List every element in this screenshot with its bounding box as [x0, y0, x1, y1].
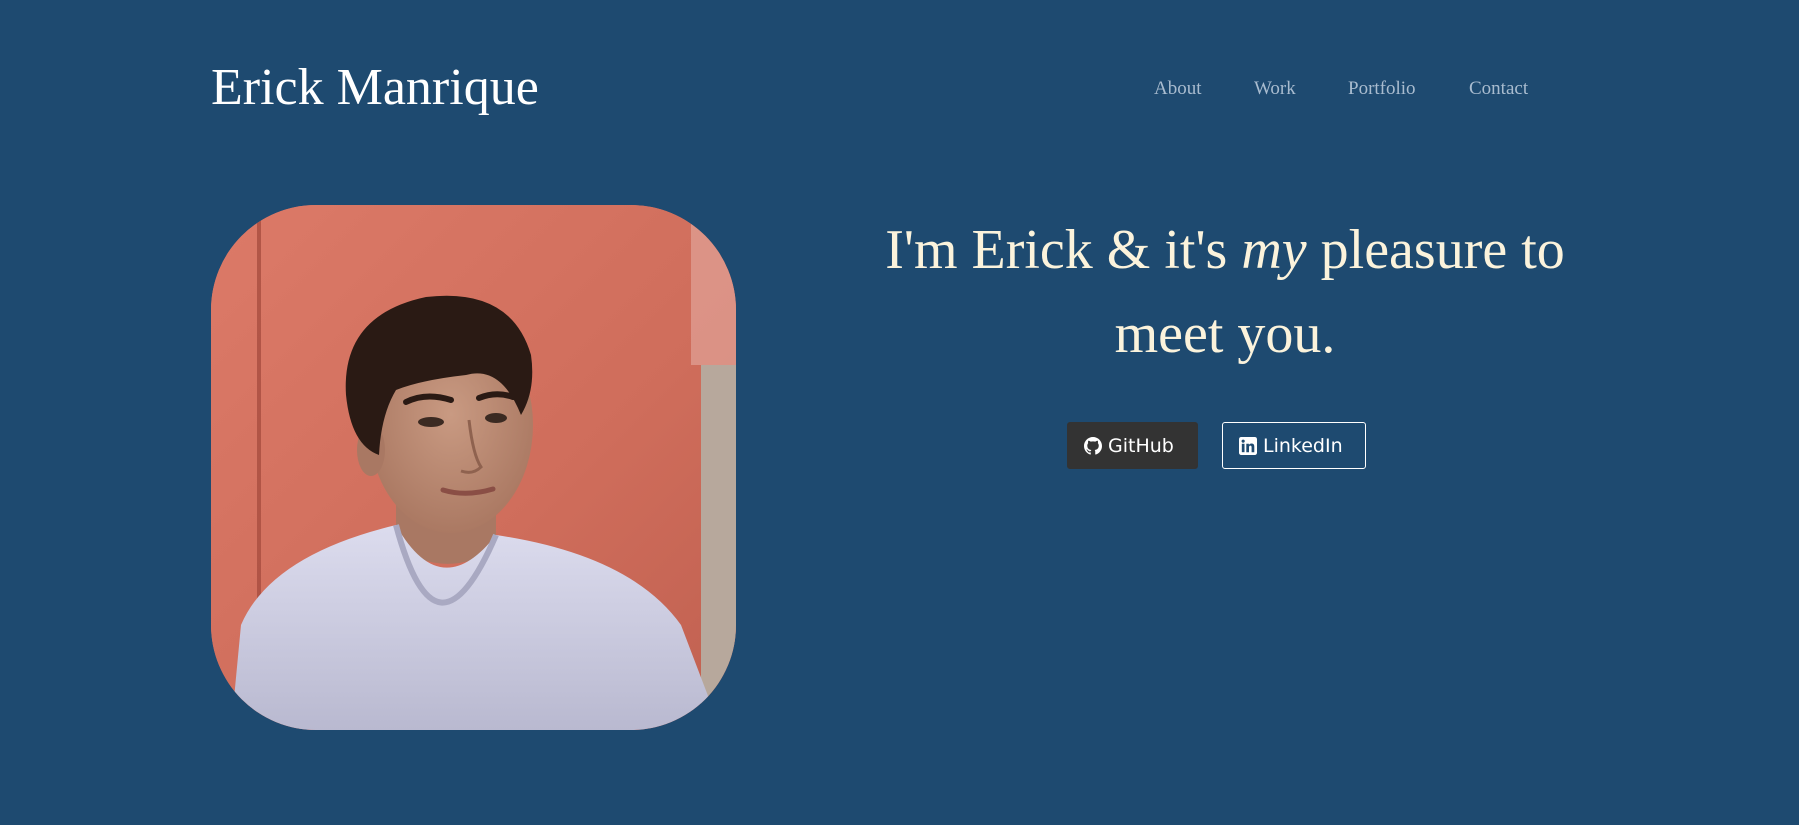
- site-title[interactable]: Erick Manrique: [211, 57, 539, 119]
- hero-headline: I'm Erick & it's my pleasure to meet you…: [860, 208, 1590, 376]
- headline-part1: I'm Erick & it's: [885, 219, 1242, 281]
- nav-work[interactable]: Work: [1254, 78, 1296, 100]
- github-button[interactable]: GitHub: [1067, 422, 1198, 469]
- linkedin-button[interactable]: LinkedIn: [1222, 422, 1366, 469]
- page: Erick Manrique About Work Portfolio Cont…: [0, 0, 1799, 825]
- profile-photo: [211, 205, 736, 730]
- nav-portfolio[interactable]: Portfolio: [1348, 78, 1416, 100]
- nav-contact[interactable]: Contact: [1469, 78, 1528, 100]
- nav-about[interactable]: About: [1154, 78, 1202, 100]
- linkedin-label: LinkedIn: [1263, 434, 1343, 457]
- github-icon: [1084, 436, 1102, 455]
- social-buttons: GitHub LinkedIn: [1067, 422, 1366, 469]
- headline-emphasis: my: [1241, 219, 1307, 281]
- linkedin-icon: [1239, 436, 1257, 455]
- github-label: GitHub: [1108, 434, 1174, 457]
